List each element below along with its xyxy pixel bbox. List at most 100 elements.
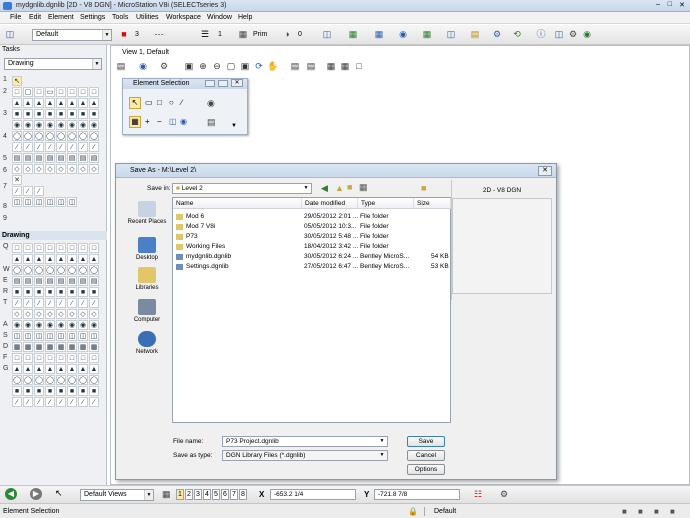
tool-icon[interactable]: ◉ (45, 120, 55, 130)
transparency-icon[interactable]: ◑ (280, 28, 294, 41)
tool-icon[interactable]: ◫ (34, 331, 44, 341)
file-row[interactable]: Mod 7 V8i 05/05/2012 10:3... File folder (173, 222, 452, 232)
tool-icon[interactable]: ◉ (78, 320, 88, 330)
tool-icon[interactable]: ∕ (34, 142, 44, 152)
tool-icon[interactable]: ◇ (89, 164, 99, 174)
tool-icon[interactable]: ◯ (78, 131, 88, 141)
tool-icon[interactable]: ▤ (89, 276, 99, 286)
tool-icon[interactable]: ∕ (12, 397, 22, 407)
tool-icon[interactable]: ◇ (34, 309, 44, 319)
column-header-date[interactable]: Date modified (302, 198, 358, 209)
view-number-button[interactable]: 2 (185, 489, 193, 500)
priority-value[interactable]: 0 (298, 31, 302, 38)
file-row[interactable]: P73 30/05/2012 5:48 ... File folder (173, 232, 452, 242)
tool-icon[interactable]: ∕ (23, 186, 33, 196)
maximize-button[interactable] (218, 80, 228, 87)
tool-icon[interactable]: ▦ (67, 342, 77, 352)
method-box-icon[interactable]: ▭ (145, 98, 153, 107)
tasks-dropdown[interactable]: Drawing ▼ (4, 58, 102, 70)
minimize-button[interactable] (205, 80, 215, 87)
tool-icon[interactable]: ■ (89, 109, 99, 119)
back-icon[interactable]: ◀ (321, 183, 328, 194)
accudraw-icon[interactable]: ⚙ (490, 28, 504, 41)
tool-icon[interactable]: ◇ (78, 164, 88, 174)
tool-icon[interactable]: ◉ (89, 320, 99, 330)
tool-icon[interactable]: ▲ (45, 98, 55, 108)
tool-icon[interactable]: ■ (78, 287, 88, 297)
drawing-section-title[interactable]: Drawing (0, 231, 107, 240)
status-icon[interactable]: ■ (654, 507, 659, 516)
tool-icon[interactable]: ◉ (89, 120, 99, 130)
tool-icon[interactable]: ◫ (56, 197, 66, 207)
view-previous-icon[interactable]: ▤ (288, 60, 302, 73)
tool-icon[interactable]: ∕ (34, 397, 44, 407)
tool-icon[interactable]: ∕ (56, 397, 66, 407)
tool-icon[interactable]: ◇ (12, 309, 22, 319)
view-attributes-icon[interactable]: ▤ (114, 60, 128, 73)
tool-icon[interactable]: ∕ (12, 298, 22, 308)
tool-icon[interactable]: ▤ (45, 276, 55, 286)
tool-icon[interactable]: ◯ (89, 375, 99, 385)
fit-view-icon[interactable]: ▣ (238, 60, 252, 73)
tool-icon[interactable]: ▲ (12, 98, 22, 108)
color-icon[interactable]: ■ (117, 28, 131, 41)
tool-icon[interactable]: ◯ (67, 375, 77, 385)
up-folder-icon[interactable]: ▲ (335, 183, 344, 193)
tool-icon[interactable]: ■ (34, 287, 44, 297)
tool-icon[interactable]: ◇ (34, 164, 44, 174)
tool-icon[interactable]: ◯ (67, 131, 77, 141)
tool-icon[interactable]: ◯ (78, 375, 88, 385)
tool-icon[interactable]: ◉ (12, 320, 22, 330)
tool-icon[interactable]: □ (89, 353, 99, 363)
menu-file[interactable]: File (10, 14, 21, 21)
file-row[interactable]: Settings.dgnlib 27/05/2012 6:47 ... Bent… (173, 262, 452, 272)
tool-icon[interactable]: ◇ (56, 164, 66, 174)
tool-icon[interactable]: ▦ (12, 342, 22, 352)
tool-icon[interactable]: ■ (67, 109, 77, 119)
place-libraries[interactable]: Libraries (122, 267, 172, 291)
help-circle-icon[interactable]: ◉ (580, 28, 594, 41)
tool-icon[interactable]: ◯ (23, 375, 33, 385)
reference-icon[interactable]: ◫ (444, 28, 458, 41)
class-icon[interactable]: ▦ (236, 28, 250, 41)
x-coordinate-field[interactable]: -653.2 1/4 (270, 489, 356, 500)
tool-icon[interactable]: ◉ (12, 120, 22, 130)
tool-icon[interactable]: ∕ (67, 397, 77, 407)
menu-tools[interactable]: Tools (112, 14, 128, 21)
select-icon[interactable]: ↖ (12, 76, 22, 86)
close-icon[interactable]: ✕ (538, 166, 552, 176)
tool-icon[interactable]: ◇ (56, 309, 66, 319)
tool-icon[interactable]: ■ (23, 109, 33, 119)
status-icon[interactable]: ■ (638, 507, 643, 516)
tool-icon[interactable]: ▤ (23, 276, 33, 286)
tool-icon[interactable]: □ (34, 243, 44, 253)
rotate-view-icon[interactable]: ⟳ (252, 60, 266, 73)
file-row[interactable]: mydgnlib.dgnlib 30/05/2012 6:24 ... Bent… (173, 252, 452, 262)
tool-icon[interactable]: ◯ (34, 131, 44, 141)
tool-icon[interactable]: □ (78, 87, 88, 97)
menu-workspace[interactable]: Workspace (166, 14, 201, 21)
menu-edit[interactable]: Edit (29, 14, 41, 21)
tool-icon[interactable]: ■ (67, 287, 77, 297)
tool-icon[interactable]: ▦ (45, 342, 55, 352)
tool-icon[interactable]: ◯ (12, 265, 22, 275)
tool-icon[interactable]: ■ (56, 287, 66, 297)
tool-icon[interactable]: ■ (56, 386, 66, 396)
tool-icon[interactable]: ▲ (45, 254, 55, 264)
line-style-icon[interactable]: ⋯ (152, 28, 166, 41)
tool-icon[interactable]: ◫ (12, 331, 22, 341)
method-circle-icon[interactable]: ○ (169, 98, 174, 107)
tool-icon[interactable]: ■ (67, 386, 77, 396)
tool-icon[interactable]: ◯ (56, 131, 66, 141)
tool-icon[interactable]: ✕ (12, 175, 22, 185)
tool-icon[interactable]: □ (78, 353, 88, 363)
copy-view-icon[interactable]: □ (352, 60, 366, 73)
column-header-name[interactable]: Name (173, 198, 302, 209)
y-coordinate-field[interactable]: -721.8 7/8 (374, 489, 460, 500)
expand-arrow-icon[interactable]: ▼ (231, 123, 237, 129)
template-icon[interactable]: ◫ (320, 28, 334, 41)
tool-icon[interactable]: ▲ (78, 98, 88, 108)
tool-icon[interactable]: ∕ (45, 298, 55, 308)
view-number-button[interactable]: 5 (212, 489, 220, 500)
tool-icon[interactable]: ◉ (67, 320, 77, 330)
